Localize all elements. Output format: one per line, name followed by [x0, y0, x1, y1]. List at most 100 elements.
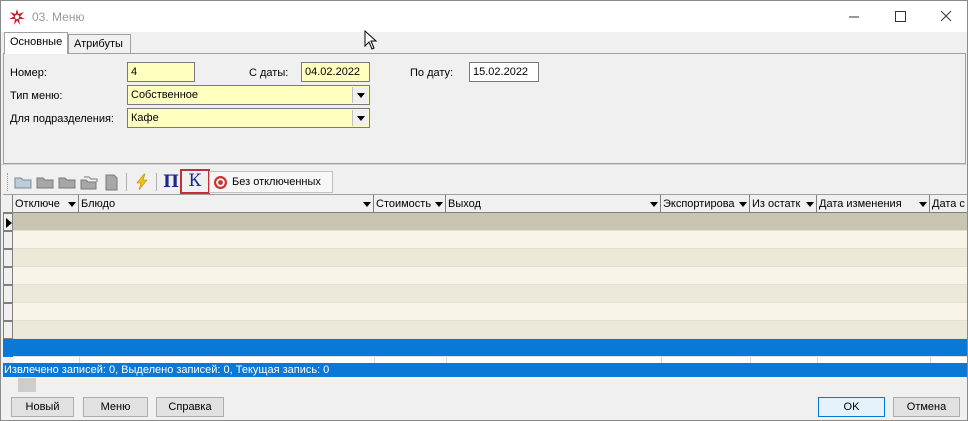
open-folder-button[interactable]	[13, 172, 33, 192]
row-indicator[interactable]	[3, 321, 13, 339]
folder-add-icon	[36, 177, 54, 189]
table-row[interactable]	[13, 213, 967, 231]
k-button[interactable]: К	[180, 169, 210, 194]
close-button[interactable]	[923, 1, 968, 32]
table-row[interactable]	[13, 267, 967, 285]
table-row[interactable]	[13, 285, 967, 303]
sort-arrow-icon[interactable]	[919, 202, 927, 207]
department-value: Кафе	[131, 112, 159, 124]
table-row[interactable]	[13, 303, 967, 321]
minimize-button[interactable]	[831, 1, 877, 32]
column-header-date-changed[interactable]: Дата изменения	[817, 195, 930, 213]
minimize-icon	[849, 16, 859, 18]
ok-button[interactable]: OK	[818, 397, 885, 417]
number-label: Номер:	[10, 67, 47, 79]
number-field[interactable]: 4	[127, 62, 195, 82]
help-button[interactable]: Справка	[156, 397, 224, 417]
date-to-field[interactable]: 15.02.2022	[469, 62, 539, 82]
maximize-icon	[895, 11, 906, 22]
toolbar-separator	[156, 173, 157, 191]
menu-type-value: Собственное	[131, 89, 198, 101]
table-row[interactable]	[13, 321, 967, 339]
column-header-label: Блюдо	[81, 198, 116, 210]
chevron-down-icon[interactable]	[352, 87, 368, 103]
row-indicator[interactable]	[3, 231, 13, 249]
menu-window: 03. Меню Основные Атрибуты Номер: 4 С да…	[0, 0, 968, 421]
column-header-exported[interactable]: Экспортирова	[661, 195, 750, 213]
edit-folder-button[interactable]	[57, 172, 77, 192]
document-icon	[105, 174, 118, 191]
folders-icon	[80, 176, 98, 190]
date-from-field[interactable]: 04.02.2022	[301, 62, 370, 82]
maximize-button[interactable]	[877, 1, 923, 32]
row-indicator[interactable]	[3, 213, 13, 231]
grid-toolbar: П К Без отключенных	[3, 169, 967, 195]
row-indicator[interactable]	[3, 303, 13, 321]
current-row-arrow-icon	[6, 218, 12, 228]
table-row[interactable]	[13, 231, 967, 249]
column-header-label: Отключе	[15, 198, 60, 210]
p-button[interactable]: П	[161, 172, 181, 192]
cancel-button[interactable]: Отмена	[893, 397, 960, 417]
column-header-label: Из остатк	[752, 198, 801, 210]
target-icon	[214, 176, 227, 189]
column-header-date-from[interactable]: Дата с	[930, 195, 967, 213]
toolbar-grip	[7, 173, 10, 191]
folder-icon	[14, 177, 32, 189]
splitter[interactable]	[1, 164, 967, 168]
title-bar: 03. Меню	[1, 1, 967, 32]
column-header-label: Стоимость	[376, 198, 432, 210]
column-header-disabled[interactable]: Отключе	[13, 195, 79, 213]
row-indicator[interactable]	[3, 285, 13, 303]
date-to-label: По дату:	[410, 67, 454, 79]
document-button[interactable]	[101, 172, 121, 192]
sort-arrow-icon[interactable]	[806, 202, 814, 207]
horizontal-scrollbar[interactable]	[3, 377, 967, 393]
menu-button[interactable]: Меню	[83, 397, 148, 417]
column-header-from-stock[interactable]: Из остатк	[750, 195, 817, 213]
mouse-cursor-icon	[364, 30, 378, 50]
sort-arrow-icon[interactable]	[68, 202, 76, 207]
column-header-dish[interactable]: Блюдо	[79, 195, 374, 213]
header-indicator	[3, 195, 13, 213]
column-header-label: Выход	[448, 198, 481, 210]
filter-disabled-button[interactable]: Без отключенных	[209, 171, 333, 193]
sort-arrow-icon[interactable]	[650, 202, 658, 207]
date-from-label: С даты:	[249, 67, 289, 79]
new-button[interactable]: Новый	[11, 397, 74, 417]
tab-main[interactable]: Основные	[4, 32, 68, 54]
row-indicator[interactable]	[3, 267, 13, 285]
sort-arrow-icon[interactable]	[739, 202, 747, 207]
tab-attributes[interactable]: Атрибуты	[68, 34, 131, 53]
sort-arrow-icon[interactable]	[363, 202, 371, 207]
filter-label: Без отключенных	[232, 176, 321, 188]
row-indicator[interactable]	[3, 249, 13, 267]
app-star-icon	[9, 9, 25, 25]
copy-folder-button[interactable]	[79, 172, 99, 192]
grid-header: Отключе Блюдо Стоимость Выход Экспортиро…	[3, 195, 967, 213]
close-icon	[940, 10, 952, 22]
department-select[interactable]: Кафе	[127, 108, 370, 128]
sort-arrow-icon[interactable]	[435, 202, 443, 207]
column-header-cost[interactable]: Стоимость	[374, 195, 446, 213]
table-row[interactable]	[13, 339, 967, 357]
execute-button[interactable]	[132, 172, 152, 192]
new-folder-button[interactable]	[35, 172, 55, 192]
menu-type-label: Тип меню:	[10, 90, 63, 102]
folder-edit-icon	[58, 177, 76, 189]
column-header-label: Дата с	[932, 198, 965, 210]
row-indicator[interactable]	[3, 339, 13, 357]
column-header-yield[interactable]: Выход	[446, 195, 661, 213]
department-label: Для подразделения:	[10, 113, 114, 125]
table-row[interactable]	[13, 249, 967, 267]
window-title: 03. Меню	[32, 10, 85, 24]
menu-type-select[interactable]: Собственное	[127, 85, 370, 105]
column-header-label: Экспортирова	[663, 198, 735, 210]
main-tab-panel: Номер: 4 С даты: 04.02.2022 По дату: 15.…	[3, 53, 966, 164]
menu-items-grid[interactable]: Отключе Блюдо Стоимость Выход Экспортиро…	[3, 195, 967, 363]
lightning-icon	[136, 173, 148, 191]
chevron-down-icon[interactable]	[352, 110, 368, 126]
scrollbar-thumb[interactable]	[18, 378, 36, 392]
status-bar: Извлечено записей: 0, Выделено записей: …	[3, 363, 967, 377]
toolbar-separator	[126, 173, 127, 191]
